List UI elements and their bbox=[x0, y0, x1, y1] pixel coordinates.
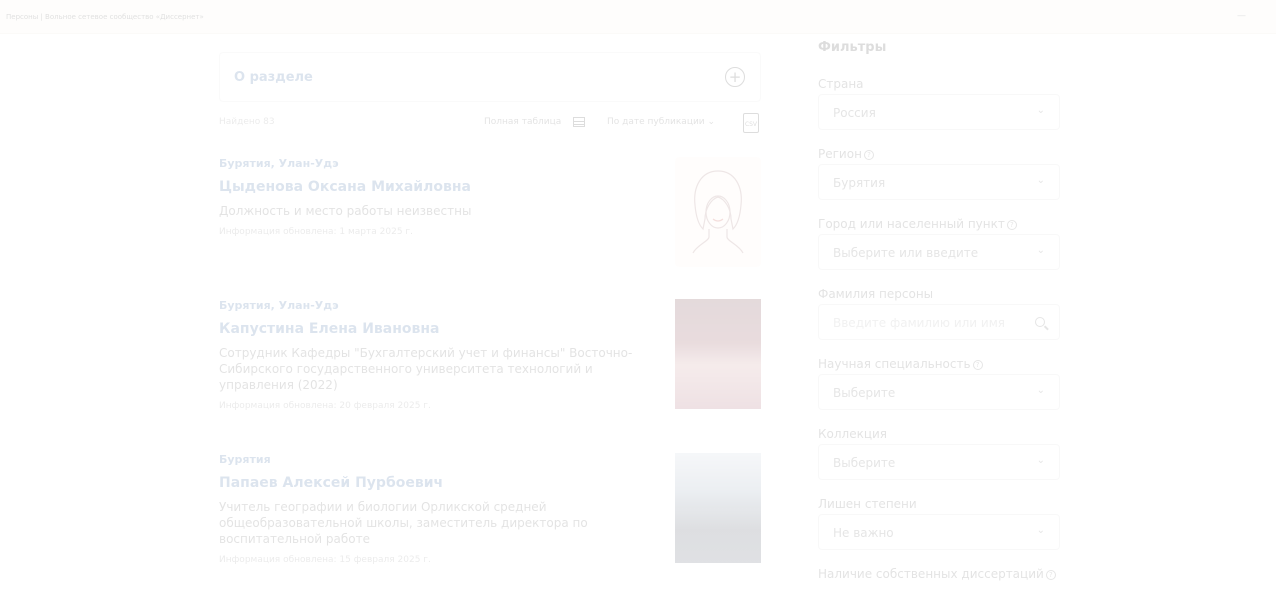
person-position: Сотрудник Кафедры "Бухгалтерский учет и … bbox=[219, 346, 633, 392]
filter-city-select[interactable]: Выберите или введите ⌄ bbox=[818, 234, 1060, 270]
person-card: Бурятия, Улан-Удэ Капустина Елена Иванов… bbox=[219, 299, 761, 419]
person-position: Должность и место работы неизвестны bbox=[219, 204, 472, 218]
person-position: Учитель географии и биологии Орликской с… bbox=[219, 500, 588, 546]
results-toolbar: Найдено 83 Полная таблица По дате публик… bbox=[219, 113, 761, 133]
filter-degree-label: Лишен степени bbox=[818, 497, 917, 511]
help-icon[interactable]: ? bbox=[1045, 569, 1056, 580]
about-section-label: О разделе bbox=[234, 70, 313, 85]
window-titlebar: Персоны | Вольное сетевое сообщество «Ди… bbox=[0, 0, 1276, 34]
filter-specialty-label: Научная специальность bbox=[818, 357, 971, 371]
filter-region-label-row: Регион? bbox=[818, 144, 1060, 164]
about-section[interactable]: О разделе + bbox=[219, 52, 761, 102]
woman-silhouette-icon bbox=[692, 170, 744, 254]
minimize-icon[interactable]: — bbox=[1237, 11, 1246, 21]
avatar-placeholder-icon[interactable] bbox=[675, 157, 761, 267]
filter-specialty-label-row: Научная специальность? bbox=[818, 354, 1060, 374]
filter-city-label: Город или населенный пункт bbox=[818, 217, 1005, 231]
filter-city-value: Выберите или введите bbox=[833, 246, 979, 260]
filter-country-label: Страна bbox=[818, 77, 864, 91]
filter-surname-input[interactable]: Введите фамилию или имя bbox=[818, 304, 1060, 340]
filter-own-diss-label: Наличие собственных диссертаций bbox=[818, 567, 1044, 581]
chevron-down-icon: ⌄ bbox=[1036, 385, 1045, 396]
filter-specialty-value: Выберите bbox=[833, 386, 896, 400]
person-photo[interactable] bbox=[675, 453, 761, 563]
chevron-down-icon: ⌄ bbox=[1036, 525, 1045, 536]
filter-region-select[interactable]: Бурятия ⌄ bbox=[818, 164, 1060, 200]
chevron-down-icon: ⌄ bbox=[1036, 105, 1045, 116]
expand-plus-icon[interactable]: + bbox=[725, 67, 745, 87]
help-icon[interactable]: ? bbox=[972, 359, 983, 370]
person-card: Бурятия Папаев Алексей Пурбоевич Учитель… bbox=[219, 453, 761, 573]
results-count: Найдено 83 bbox=[219, 117, 275, 127]
filter-surname-label: Фамилия персоны bbox=[818, 287, 934, 301]
search-icon[interactable] bbox=[1035, 317, 1045, 327]
filter-degree-select[interactable]: Не важно ⌄ bbox=[818, 514, 1060, 550]
filters-title: Фильтры bbox=[818, 40, 887, 55]
page: Персоны | Вольное сетевое сообщество «Ди… bbox=[0, 0, 1276, 603]
chevron-down-icon: ⌄ bbox=[1036, 245, 1045, 256]
window-title: Персоны | Вольное сетевое сообщество «Ди… bbox=[6, 13, 204, 21]
chevron-down-icon: ⌄ bbox=[1036, 175, 1045, 186]
help-icon[interactable]: ? bbox=[1006, 219, 1017, 230]
filter-country-value: Россия bbox=[833, 106, 876, 120]
sort-dropdown[interactable]: По дате публикации ⌄ bbox=[607, 117, 715, 127]
table-icon[interactable] bbox=[573, 117, 585, 127]
filters-panel: Фильтры Страна Россия ⌄ Регион? Бурятия … bbox=[818, 40, 1060, 584]
csv-download-icon[interactable]: CSV bbox=[743, 113, 759, 133]
filter-collection-value: Выберите bbox=[833, 456, 896, 470]
filter-city-label-row: Город или населенный пункт? bbox=[818, 214, 1060, 234]
help-icon[interactable]: ? bbox=[863, 149, 874, 160]
filter-own-diss-label-row: Наличие собственных диссертаций? bbox=[818, 564, 1060, 584]
filter-specialty-select[interactable]: Выберите ⌄ bbox=[818, 374, 1060, 410]
filter-degree-value: Не важно bbox=[833, 526, 894, 540]
filter-region-label: Регион bbox=[818, 147, 862, 161]
person-card: Бурятия, Улан-Удэ Цыденова Оксана Михайл… bbox=[219, 157, 761, 277]
filter-collection-label: Коллекция bbox=[818, 427, 888, 441]
filter-surname-placeholder: Введите фамилию или имя bbox=[833, 316, 1005, 330]
filter-country-select[interactable]: Россия ⌄ bbox=[818, 94, 1060, 130]
full-table-link[interactable]: Полная таблица bbox=[484, 117, 561, 127]
person-photo[interactable] bbox=[675, 299, 761, 409]
filter-region-value: Бурятия bbox=[833, 176, 886, 190]
filter-collection-select[interactable]: Выберите ⌄ bbox=[818, 444, 1060, 480]
chevron-down-icon: ⌄ bbox=[1036, 455, 1045, 466]
